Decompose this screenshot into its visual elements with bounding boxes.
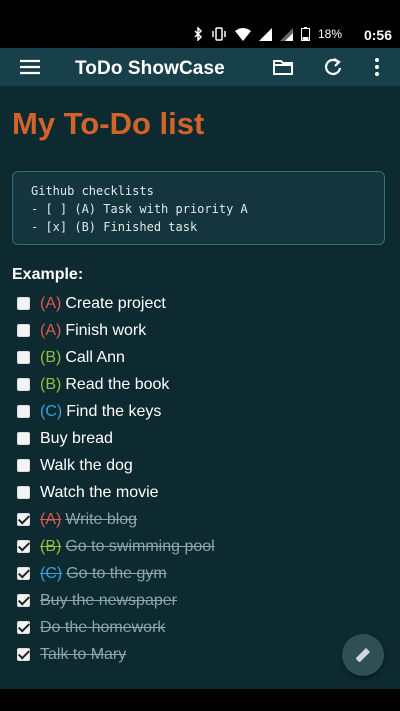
task-text: Talk to Mary bbox=[40, 645, 127, 663]
task-item[interactable]: (C) Go to the gym bbox=[17, 560, 377, 587]
signal-2-icon bbox=[279, 27, 293, 41]
task-priority: (B) bbox=[40, 375, 62, 393]
code-block: Github checklists - [ ] (A) Task with pr… bbox=[12, 171, 385, 245]
task-text: Buy the newspaper bbox=[40, 591, 177, 609]
task-priority: (A) bbox=[40, 321, 62, 339]
app-bar: ToDo ShowCase bbox=[0, 48, 400, 86]
task-checkbox[interactable] bbox=[17, 351, 30, 364]
status-bar: 18% 0:56 bbox=[0, 22, 400, 48]
page-title: My To-Do list bbox=[12, 106, 205, 141]
task-item[interactable]: (C) Find the keys bbox=[17, 398, 377, 425]
task-text: Walk the dog bbox=[40, 456, 133, 474]
task-checkbox[interactable] bbox=[17, 648, 30, 661]
open-folder-button[interactable] bbox=[270, 55, 296, 79]
nav-bar bbox=[0, 689, 400, 711]
task-checkbox[interactable] bbox=[17, 459, 30, 472]
task-item[interactable]: (B) Read the book bbox=[17, 371, 377, 398]
task-item[interactable]: (B) Go to swimming pool bbox=[17, 533, 377, 560]
task-checkbox[interactable] bbox=[17, 486, 30, 499]
task-text: Go to swimming pool bbox=[65, 537, 215, 555]
code-line: - [x] (B) Finished task bbox=[31, 220, 198, 234]
refresh-icon bbox=[325, 58, 342, 75]
task-text: Go to the gym bbox=[66, 564, 167, 582]
task-priority: (B) bbox=[40, 348, 62, 366]
task-item[interactable]: Walk the dog bbox=[17, 452, 377, 479]
task-text: Watch the movie bbox=[40, 483, 159, 501]
task-checkbox[interactable] bbox=[17, 432, 30, 445]
task-priority: (B) bbox=[40, 537, 62, 555]
task-checkbox[interactable] bbox=[17, 297, 30, 310]
code-line: - [ ] (A) Task with priority A bbox=[31, 202, 248, 216]
task-checkbox[interactable] bbox=[17, 324, 30, 337]
task-checkbox[interactable] bbox=[17, 513, 30, 526]
task-item[interactable]: (A) Create project bbox=[17, 290, 377, 317]
task-item[interactable]: Do the homework bbox=[17, 614, 377, 641]
task-checkbox[interactable] bbox=[17, 567, 30, 580]
folder-icon bbox=[273, 60, 293, 75]
task-item[interactable]: Talk to Mary bbox=[17, 641, 377, 668]
wifi-icon bbox=[234, 27, 251, 41]
menu-button[interactable] bbox=[17, 55, 43, 79]
task-checkbox[interactable] bbox=[17, 594, 30, 607]
task-checkbox[interactable] bbox=[17, 378, 30, 391]
bluetooth-icon bbox=[194, 27, 203, 41]
code-line: Github checklists bbox=[31, 184, 154, 198]
task-checkbox[interactable] bbox=[17, 540, 30, 553]
task-item[interactable]: Buy bread bbox=[17, 425, 377, 452]
task-text: Call Ann bbox=[65, 348, 125, 366]
task-item[interactable]: Watch the movie bbox=[17, 479, 377, 506]
battery-percent: 18% bbox=[317, 27, 342, 41]
task-item[interactable]: (B) Call Ann bbox=[17, 344, 377, 371]
task-priority: (A) bbox=[40, 294, 62, 312]
battery-icon bbox=[300, 27, 310, 41]
more-vert-icon bbox=[375, 58, 379, 76]
task-priority: (C) bbox=[40, 564, 63, 582]
task-text: Finish work bbox=[65, 321, 147, 339]
app-title: ToDo ShowCase bbox=[75, 58, 225, 79]
task-item[interactable]: Buy the newspaper bbox=[17, 587, 377, 614]
example-heading: Example: bbox=[12, 266, 84, 283]
task-text: Buy bread bbox=[40, 429, 113, 447]
edit-pencil-icon bbox=[356, 648, 370, 662]
task-priority: (C) bbox=[40, 402, 63, 420]
task-checkbox[interactable] bbox=[17, 621, 30, 634]
more-options-button[interactable] bbox=[364, 55, 390, 79]
task-text: Write blog bbox=[65, 510, 138, 528]
edit-fab-button[interactable] bbox=[342, 634, 384, 676]
task-item[interactable]: (A) Finish work bbox=[17, 317, 377, 344]
task-text: Do the homework bbox=[40, 618, 166, 636]
task-text: Read the book bbox=[65, 375, 170, 393]
task-text: Find the keys bbox=[66, 402, 162, 420]
vibrate-icon bbox=[212, 27, 226, 41]
task-priority: (A) bbox=[40, 510, 62, 528]
document-content[interactable]: My To-Do list Github checklists - [ ] (A… bbox=[0, 86, 400, 689]
task-checkbox[interactable] bbox=[17, 405, 30, 418]
status-icons: 18% bbox=[193, 27, 342, 41]
task-text: Create project bbox=[65, 294, 166, 312]
refresh-button[interactable] bbox=[320, 55, 346, 79]
signal-icon bbox=[258, 27, 272, 41]
clock: 0:56 bbox=[363, 27, 392, 43]
task-list: (A) Create project (A) Finish work (B) Call A… bbox=[17, 290, 377, 668]
menu-icon bbox=[20, 59, 40, 75]
task-item[interactable]: (A) Write blog bbox=[17, 506, 377, 533]
